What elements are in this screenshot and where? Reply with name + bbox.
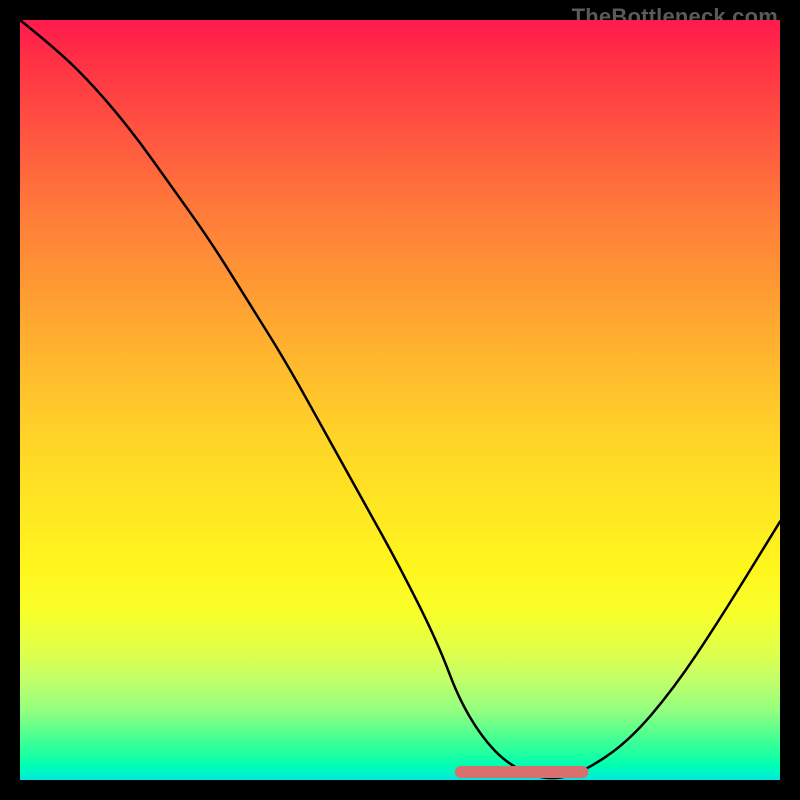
chart-container: TheBottleneck.com — [0, 0, 800, 800]
marker-svg — [20, 20, 780, 780]
plot-area — [20, 20, 780, 780]
